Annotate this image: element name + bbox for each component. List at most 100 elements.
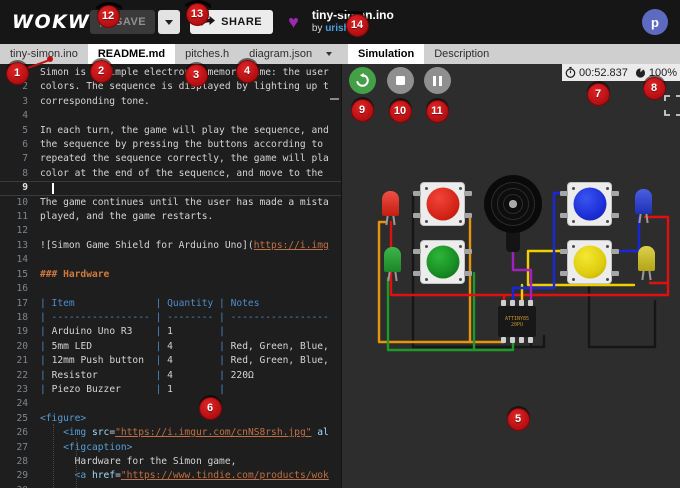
line-number: 7 xyxy=(22,153,28,165)
line-number: 27 xyxy=(16,441,28,453)
code-line-9: 9 xyxy=(0,181,341,195)
code-line-1: 1Simon is a simple electronic memory gam… xyxy=(0,66,341,80)
code-line-26: 26 <img src="https://i.imgur.com/cnNS8rs… xyxy=(0,426,341,440)
line-number: 25 xyxy=(16,412,28,424)
code-line-6: 6 the sequence by pressing the buttons ac… xyxy=(0,138,341,152)
line-number: 8 xyxy=(22,167,28,179)
led-green xyxy=(384,247,401,282)
code-line-13: 13 ![Simon Game Shield for Arduino Uno](h… xyxy=(0,239,341,253)
pushbutton-blue[interactable] xyxy=(560,182,619,226)
code-line-22: 22 | Resistor | 4 | 220Ω xyxy=(0,369,341,383)
line-number: 13 xyxy=(16,239,28,251)
code-line-25: 25 <figure> xyxy=(0,412,341,426)
tab-description[interactable]: Description xyxy=(424,44,499,64)
chip-label-line2: 20PU xyxy=(510,321,524,328)
line-number: 22 xyxy=(16,369,28,381)
code-line-2: 2 colors. The sequence is displayed by li… xyxy=(0,80,341,94)
share-label: SHARE xyxy=(221,16,263,28)
panel-tabs: Simulation Description xyxy=(341,44,680,64)
callout-10: 10 xyxy=(388,99,412,123)
line-number: 14 xyxy=(16,254,28,266)
callout-3: 3 xyxy=(184,63,208,87)
code-editor[interactable]: 1Simon is a simple electronic memory gam… xyxy=(0,64,341,488)
line-number: 9 xyxy=(22,182,28,194)
code-line-14: 14 xyxy=(0,253,341,267)
line-number: 17 xyxy=(16,297,28,309)
callout-6: 6 xyxy=(198,396,222,420)
code-line-16: 16 xyxy=(0,282,341,296)
line-number: 3 xyxy=(22,95,28,107)
code-line-24: 24 xyxy=(0,397,341,411)
line-number: 21 xyxy=(16,355,28,367)
code-line-8: 8 color at the end of the sequence, and m… xyxy=(0,167,341,181)
callout-1-pointer-dot xyxy=(47,56,53,62)
callout-14: 14 xyxy=(345,13,369,37)
attiny85-chip: ATTINY85 20PU xyxy=(498,300,536,343)
code-line-23: 23 | Piezo Buzzer | 1 | xyxy=(0,383,341,397)
line-number: 29 xyxy=(16,470,28,482)
code-line-19: 19 | Arduino Uno R3 | 1 | xyxy=(0,325,341,339)
code-line-15: 15 ### Hardware xyxy=(0,268,341,282)
callout-2: 2 xyxy=(89,59,113,83)
line-number: 20 xyxy=(16,340,28,352)
line-number: 6 xyxy=(22,139,28,151)
callout-1: 1 xyxy=(5,61,29,85)
callout-7: 7 xyxy=(586,82,610,106)
code-line-30: 30 xyxy=(0,484,341,488)
code-line-10: 10 The game continues until the user has … xyxy=(0,196,341,210)
code-line-5: 5 In each turn, the game will play the se… xyxy=(0,124,341,138)
code-line-28: 28 Hardware for the Simon game, xyxy=(0,455,341,469)
pushbutton-green[interactable] xyxy=(413,240,472,284)
line-number: 16 xyxy=(16,283,28,295)
line-number: 11 xyxy=(16,211,28,223)
callout-13: 13 xyxy=(185,2,209,26)
callout-12: 12 xyxy=(96,4,120,28)
callout-11: 11 xyxy=(425,99,449,123)
save-label: SAVE xyxy=(115,16,147,28)
line-number: 4 xyxy=(22,110,28,122)
tab-simulation[interactable]: Simulation xyxy=(348,44,425,64)
pushbutton-yellow[interactable] xyxy=(560,240,619,284)
line-number: 15 xyxy=(16,268,28,280)
line-number: 24 xyxy=(16,398,28,410)
editor-scrollbar-mark[interactable] xyxy=(330,98,339,100)
line-number: 12 xyxy=(16,225,28,237)
line-number: 18 xyxy=(16,311,28,323)
code-line-27: 27 <figcaption> xyxy=(0,441,341,455)
user-avatar[interactable]: p xyxy=(642,9,668,35)
code-lines: 1Simon is a simple electronic memory gam… xyxy=(0,66,341,488)
callout-9: 9 xyxy=(350,98,374,122)
code-line-17: 17 | Item | Quantity | Notes xyxy=(0,297,341,311)
line-number: 5 xyxy=(22,124,28,136)
line-number: 23 xyxy=(16,383,28,395)
wokwi-app: WOKWI SAVE SHARE ♥ tiny-simon.ino by uri… xyxy=(0,0,680,488)
chevron-down-icon xyxy=(326,52,333,56)
code-line-21: 21 | 12mm Push button | 4 | Red, Green, B… xyxy=(0,354,341,368)
callout-4: 4 xyxy=(235,59,259,83)
code-line-29: 29 <a href="https://www.tindie.com/produ… xyxy=(0,469,341,483)
save-dropdown-button[interactable] xyxy=(158,10,181,34)
line-number: 10 xyxy=(16,196,28,208)
byline-prefix: by xyxy=(311,23,323,35)
text-cursor xyxy=(52,183,54,194)
code-line-20: 20 | 5mm LED | 4 | Red, Green, Blue, xyxy=(0,340,341,354)
code-line-4: 4 xyxy=(0,109,341,123)
tab-pitches-h[interactable]: pitches.h xyxy=(175,44,239,64)
wokwi-logo[interactable]: WOKWI xyxy=(12,11,97,33)
piezo-buzzer xyxy=(484,175,542,233)
chevron-down-icon xyxy=(165,19,174,25)
indent-guide xyxy=(75,438,77,488)
code-line-3: 3 corresponding tone. xyxy=(0,95,341,109)
file-tabs-menu-button[interactable] xyxy=(326,44,333,64)
pushbutton-red[interactable] xyxy=(413,182,472,226)
callout-8: 8 xyxy=(642,76,666,100)
heart-like-icon[interactable]: ♥ xyxy=(288,13,299,31)
led-yellow xyxy=(638,246,655,281)
line-number: 28 xyxy=(16,455,28,467)
led-blue xyxy=(635,189,652,224)
code-line-12: 12 xyxy=(0,224,341,238)
line-number: 19 xyxy=(16,326,28,338)
line-number: 30 xyxy=(0,484,40,488)
callout-5: 5 xyxy=(506,407,530,431)
code-line-7: 7 repeated the sequence correctly, the ga… xyxy=(0,152,341,166)
